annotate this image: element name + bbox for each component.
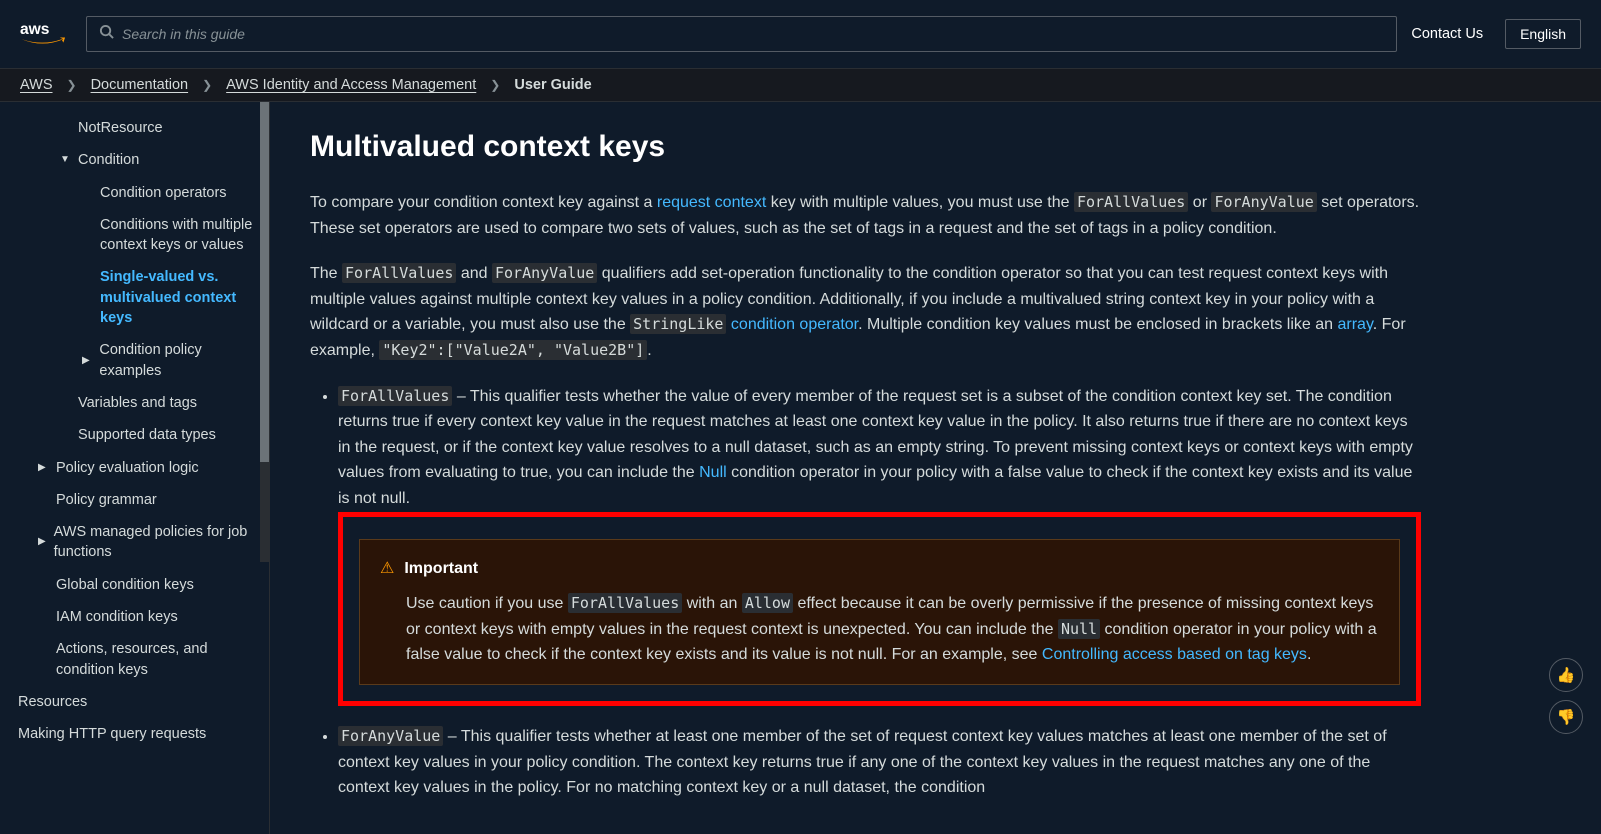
sidebar-item[interactable]: NotResource xyxy=(0,112,269,144)
search-icon xyxy=(99,24,114,44)
thumbs-down-button[interactable]: 👎 xyxy=(1549,700,1583,734)
caret-right-icon: ▶ xyxy=(38,535,48,549)
code-allow: Allow xyxy=(742,593,793,613)
sidebar-item-label: Global condition keys xyxy=(56,575,194,595)
language-button[interactable]: English xyxy=(1505,19,1581,49)
link-controlling-access[interactable]: Controlling access based on tag keys xyxy=(1042,646,1307,663)
sidebar-item-label: Condition operators xyxy=(100,183,227,203)
breadcrumb-aws[interactable]: AWS xyxy=(20,77,53,93)
chevron-right-icon: ❯ xyxy=(202,78,212,92)
highlight-box: ⚠ Important Use caution if you use ForAl… xyxy=(338,512,1421,706)
sidebar-item-label: Condition policy examples xyxy=(99,340,259,381)
sidebar-item[interactable]: ▶ Condition policy examples xyxy=(0,334,269,387)
page-title: Multivalued context keys xyxy=(310,130,1421,164)
sidebar-item[interactable]: Supported data types xyxy=(0,419,269,451)
sidebar-item[interactable]: Making HTTP query requests xyxy=(0,718,269,750)
code-foranyvalue: ForAnyValue xyxy=(492,263,597,283)
caret-right-icon: ▶ xyxy=(38,461,50,475)
sidebar-item-label: Policy grammar xyxy=(56,490,157,510)
breadcrumb-docs[interactable]: Documentation xyxy=(91,77,189,93)
site-header: aws Contact Us English xyxy=(0,0,1601,68)
sidebar-item[interactable]: Global condition keys xyxy=(0,569,269,601)
sidebar-item-label: Conditions with multiple context keys or… xyxy=(100,215,259,256)
code-foranyvalue: ForAnyValue xyxy=(1211,192,1316,212)
important-callout: ⚠ Important Use caution if you use ForAl… xyxy=(359,539,1400,685)
breadcrumb: AWS ❯ Documentation ❯ AWS Identity and A… xyxy=(0,68,1601,102)
main-content: Multivalued context keys To compare your… xyxy=(270,102,1601,834)
sidebar: NotResource ▼ Condition Condition operators… xyxy=(0,102,270,834)
sidebar-item-label: Supported data types xyxy=(78,425,216,445)
search-box[interactable] xyxy=(86,16,1397,52)
callout-body: Use caution if you use ForAllValues with… xyxy=(380,591,1379,668)
sidebar-item[interactable]: Condition operators xyxy=(0,177,269,209)
caret-right-icon: ▶ xyxy=(82,354,93,368)
sidebar-item[interactable]: Resources xyxy=(0,686,269,718)
link-condition-operator[interactable]: condition operator xyxy=(731,316,858,333)
sidebar-item[interactable]: Single-valued vs. multivalued context ke… xyxy=(0,261,269,334)
svg-text:aws: aws xyxy=(20,21,50,38)
sidebar-item-label: Actions, resources, and condition keys xyxy=(56,639,259,680)
code-null: Null xyxy=(1058,619,1100,639)
thumbs-up-button[interactable]: 👍 xyxy=(1549,658,1583,692)
breadcrumb-current: User Guide xyxy=(514,77,591,93)
sidebar-item-label: Resources xyxy=(18,692,87,712)
feedback-buttons: 👍 👎 xyxy=(1549,658,1583,734)
code-forallvalues: ForAllValues xyxy=(342,263,456,283)
list-item: ForAllValues – This qualifier tests whet… xyxy=(338,384,1421,706)
sidebar-item[interactable]: IAM condition keys xyxy=(0,601,269,633)
qualifier-list: ForAllValues – This qualifier tests whet… xyxy=(310,384,1421,801)
sidebar-item[interactable]: ▶ Policy evaluation logic xyxy=(0,452,269,484)
caret-down-icon: ▼ xyxy=(60,153,72,167)
search-input[interactable] xyxy=(122,26,1384,42)
sidebar-item[interactable]: ▼ Condition xyxy=(0,144,269,176)
paragraph: To compare your condition context key ag… xyxy=(310,190,1421,241)
code-example: "Key2":["Value2A", "Value2B"] xyxy=(379,340,647,360)
code-forallvalues: ForAllValues xyxy=(338,386,452,406)
sidebar-item[interactable]: ▶ AWS managed policies for job functions xyxy=(0,516,269,569)
link-null[interactable]: Null xyxy=(699,464,727,481)
header-actions: Contact Us English xyxy=(1411,19,1581,49)
code-foranyvalue: ForAnyValue xyxy=(338,726,443,746)
chevron-right-icon: ❯ xyxy=(67,78,77,92)
paragraph: The ForAllValues and ForAnyValue qualifi… xyxy=(310,261,1421,363)
sidebar-item-label: IAM condition keys xyxy=(56,607,178,627)
chevron-right-icon: ❯ xyxy=(490,78,500,92)
sidebar-item-label: NotResource xyxy=(78,118,163,138)
code-forallvalues: ForAllValues xyxy=(568,593,682,613)
sidebar-item[interactable]: Variables and tags xyxy=(0,387,269,419)
breadcrumb-service[interactable]: AWS Identity and Access Management xyxy=(226,77,476,93)
contact-link[interactable]: Contact Us xyxy=(1411,26,1483,42)
sidebar-item-label: AWS managed policies for job functions xyxy=(54,522,259,563)
aws-logo[interactable]: aws xyxy=(20,18,72,50)
code-stringlike: StringLike xyxy=(630,314,726,334)
callout-title: Important xyxy=(404,556,478,582)
layout: NotResource ▼ Condition Condition operators… xyxy=(0,102,1601,834)
link-request-context[interactable]: request context xyxy=(657,194,766,211)
code-forallvalues: ForAllValues xyxy=(1074,192,1188,212)
sidebar-item[interactable]: Actions, resources, and condition keys xyxy=(0,633,269,686)
sidebar-item-label: Single-valued vs. multivalued context ke… xyxy=(100,267,259,328)
list-item: ForAnyValue – This qualifier tests wheth… xyxy=(338,724,1421,801)
sidebar-item-label: Variables and tags xyxy=(78,393,197,413)
link-array[interactable]: array xyxy=(1337,316,1372,333)
sidebar-item-label: Condition xyxy=(78,150,139,170)
sidebar-item-label: Making HTTP query requests xyxy=(18,724,206,744)
search-container xyxy=(86,16,1397,52)
sidebar-item-label: Policy evaluation logic xyxy=(56,458,199,478)
callout-header: ⚠ Important xyxy=(380,556,1379,582)
sidebar-item[interactable]: Conditions with multiple context keys or… xyxy=(0,209,269,262)
sidebar-item[interactable]: Policy grammar xyxy=(0,484,269,516)
warning-icon: ⚠ xyxy=(380,556,394,582)
